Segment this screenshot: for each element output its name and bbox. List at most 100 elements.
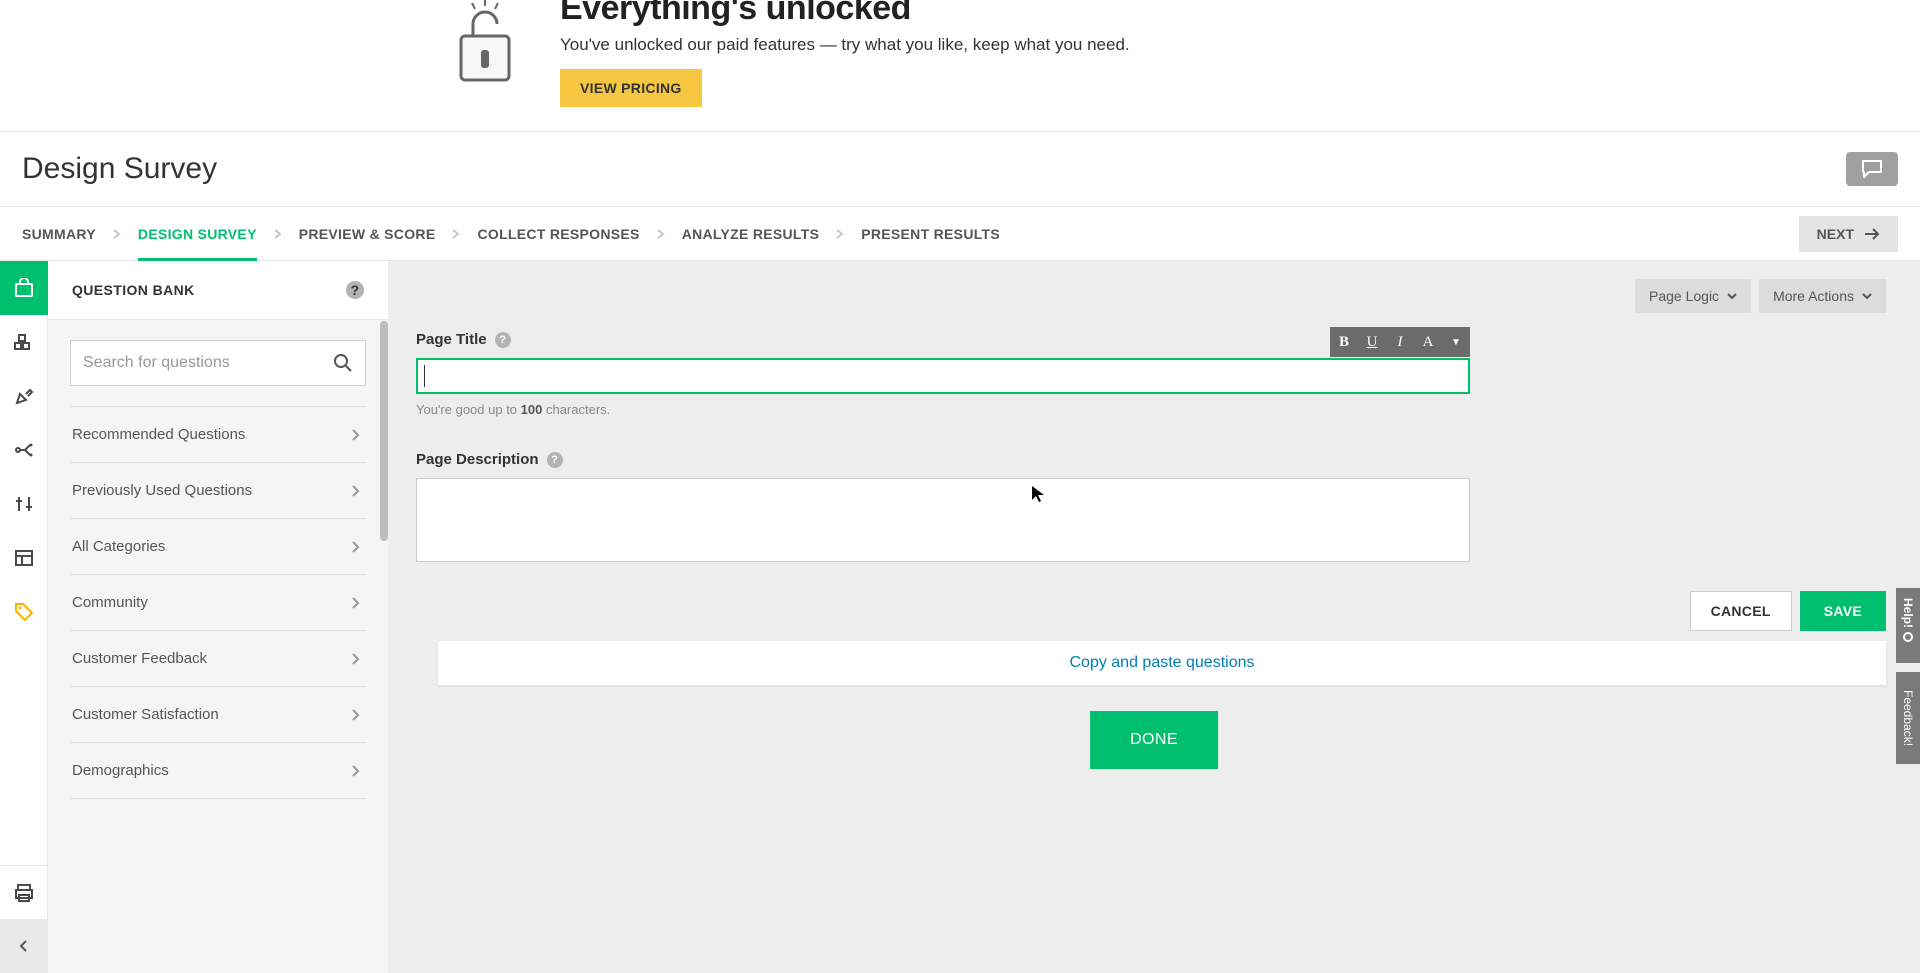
layout-icon[interactable] <box>0 531 48 585</box>
category-list: Recommended Questions Previously Used Qu… <box>70 406 366 799</box>
bold-button[interactable]: B <box>1330 327 1358 357</box>
tab-collect-responses[interactable]: COLLECT RESPONSES <box>477 208 639 260</box>
page-editor: Page Title ? B U I A ▼ You're good up to… <box>416 331 1470 567</box>
rich-text-toolbar: B U I A ▼ <box>1330 327 1470 357</box>
tab-design-survey[interactable]: DESIGN SURVEY <box>138 208 257 260</box>
page-logic-button[interactable]: Page Logic <box>1635 279 1751 313</box>
chevron-right-icon <box>352 765 360 777</box>
print-icon[interactable] <box>0 865 48 919</box>
feedback-tab[interactable]: Feedback! <box>1896 672 1920 764</box>
next-button-label: NEXT <box>1817 226 1854 242</box>
search-input[interactable] <box>83 354 333 372</box>
sidebar: QUESTION BANK ? Recommended Questions Pr… <box>48 261 388 973</box>
help-tab-label: Help! <box>1901 598 1915 628</box>
tab-present-results[interactable]: PRESENT RESULTS <box>861 208 1000 260</box>
category-label: Customer Feedback <box>72 650 207 667</box>
chevron-right-icon <box>352 541 360 553</box>
circle-icon <box>1903 632 1913 642</box>
hint-prefix: You're good up to <box>416 402 521 417</box>
page-description-label-text: Page Description <box>416 451 539 468</box>
chevron-right-icon <box>835 229 845 239</box>
options-icon[interactable] <box>0 477 48 531</box>
help-tab[interactable]: Help! <box>1896 588 1920 663</box>
comments-button[interactable] <box>1846 152 1898 186</box>
cancel-button[interactable]: CANCEL <box>1690 591 1792 631</box>
more-actions-button[interactable]: More Actions <box>1759 279 1886 313</box>
category-label: Previously Used Questions <box>72 482 252 499</box>
question-bank-icon[interactable] <box>0 261 48 315</box>
tab-analyze-results[interactable]: ANALYZE RESULTS <box>682 208 820 260</box>
sidebar-title: QUESTION BANK <box>72 282 195 298</box>
tab-preview-score[interactable]: PREVIEW & SCORE <box>299 208 436 260</box>
page-description-input[interactable] <box>416 478 1470 562</box>
category-label: Community <box>72 594 148 611</box>
chevron-right-icon <box>451 229 461 239</box>
more-actions-label: More Actions <box>1773 288 1854 304</box>
help-icon[interactable]: ? <box>495 332 511 348</box>
chevron-right-icon <box>352 653 360 665</box>
save-button[interactable]: SAVE <box>1800 591 1886 631</box>
help-icon[interactable]: ? <box>346 281 364 299</box>
view-pricing-button[interactable]: VIEW PRICING <box>560 69 702 107</box>
help-icon[interactable]: ? <box>547 452 563 468</box>
scrollbar-thumb[interactable] <box>380 321 388 541</box>
chevron-right-icon <box>352 485 360 497</box>
left-rail <box>0 261 48 973</box>
category-customer-feedback[interactable]: Customer Feedback <box>70 630 366 686</box>
chevron-right-icon <box>352 709 360 721</box>
tab-summary[interactable]: SUMMARY <box>22 208 96 260</box>
promo-subtitle: You've unlocked our paid features — try … <box>560 35 1130 55</box>
category-label: All Categories <box>72 538 165 555</box>
arrow-right-icon <box>1864 228 1880 240</box>
main-area: QUESTION BANK ? Recommended Questions Pr… <box>0 261 1920 973</box>
copy-paste-link[interactable]: Copy and paste questions <box>1069 654 1254 672</box>
category-customer-satisfaction[interactable]: Customer Satisfaction <box>70 686 366 742</box>
char-hint: You're good up to 100 characters. <box>416 402 1470 417</box>
category-community[interactable]: Community <box>70 574 366 630</box>
hint-count: 100 <box>521 402 543 417</box>
page-logic-label: Page Logic <box>1649 288 1719 304</box>
done-button[interactable]: DONE <box>1090 711 1218 769</box>
caret-down-icon[interactable]: ▼ <box>1442 327 1470 357</box>
category-all[interactable]: All Categories <box>70 518 366 574</box>
tag-icon[interactable] <box>0 585 48 639</box>
category-label: Customer Satisfaction <box>72 706 219 723</box>
caret-down-icon <box>1727 293 1737 299</box>
chevron-right-icon <box>273 229 283 239</box>
titlebar: Design Survey <box>0 131 1920 207</box>
chevron-right-icon <box>352 597 360 609</box>
build-icon[interactable] <box>0 315 48 369</box>
chevron-right-icon <box>352 429 360 441</box>
search-icon <box>333 353 353 373</box>
search-input-wrap[interactable] <box>70 340 366 386</box>
font-button[interactable]: A <box>1414 327 1442 357</box>
page-actions: Page Logic More Actions <box>1635 279 1886 313</box>
page-title-input[interactable] <box>416 358 1470 394</box>
page-title-label-text: Page Title <box>416 331 487 348</box>
category-recommended[interactable]: Recommended Questions <box>70 406 366 462</box>
next-button[interactable]: NEXT <box>1799 216 1898 252</box>
category-demographics[interactable]: Demographics <box>70 742 366 799</box>
chevron-right-icon <box>656 229 666 239</box>
sidebar-header: QUESTION BANK ? <box>48 261 388 320</box>
canvas: Page Logic More Actions Page Title ? B U… <box>388 261 1920 973</box>
page-title: Design Survey <box>22 152 217 186</box>
feedback-tab-label: Feedback! <box>1901 690 1915 746</box>
logic-icon[interactable] <box>0 423 48 477</box>
hint-suffix: characters. <box>542 402 610 417</box>
collapse-sidebar-icon[interactable] <box>0 919 48 973</box>
category-label: Recommended Questions <box>72 426 245 443</box>
tab-nav: SUMMARY DESIGN SURVEY PREVIEW & SCORE CO… <box>0 207 1920 261</box>
promo-banner: Everything's unlocked You've unlocked ou… <box>0 0 1920 131</box>
page-title-label: Page Title ? <box>416 331 1470 348</box>
promo-title: Everything's unlocked <box>560 0 1130 27</box>
question-card: Copy and paste questions <box>438 641 1886 685</box>
underline-button[interactable]: U <box>1358 327 1386 357</box>
italic-button[interactable]: I <box>1386 327 1414 357</box>
category-label: Demographics <box>72 762 169 779</box>
appearance-icon[interactable] <box>0 369 48 423</box>
category-previously-used[interactable]: Previously Used Questions <box>70 462 366 518</box>
page-description-label: Page Description ? <box>416 451 1470 468</box>
caret-down-icon <box>1862 293 1872 299</box>
text-cursor <box>424 365 425 387</box>
